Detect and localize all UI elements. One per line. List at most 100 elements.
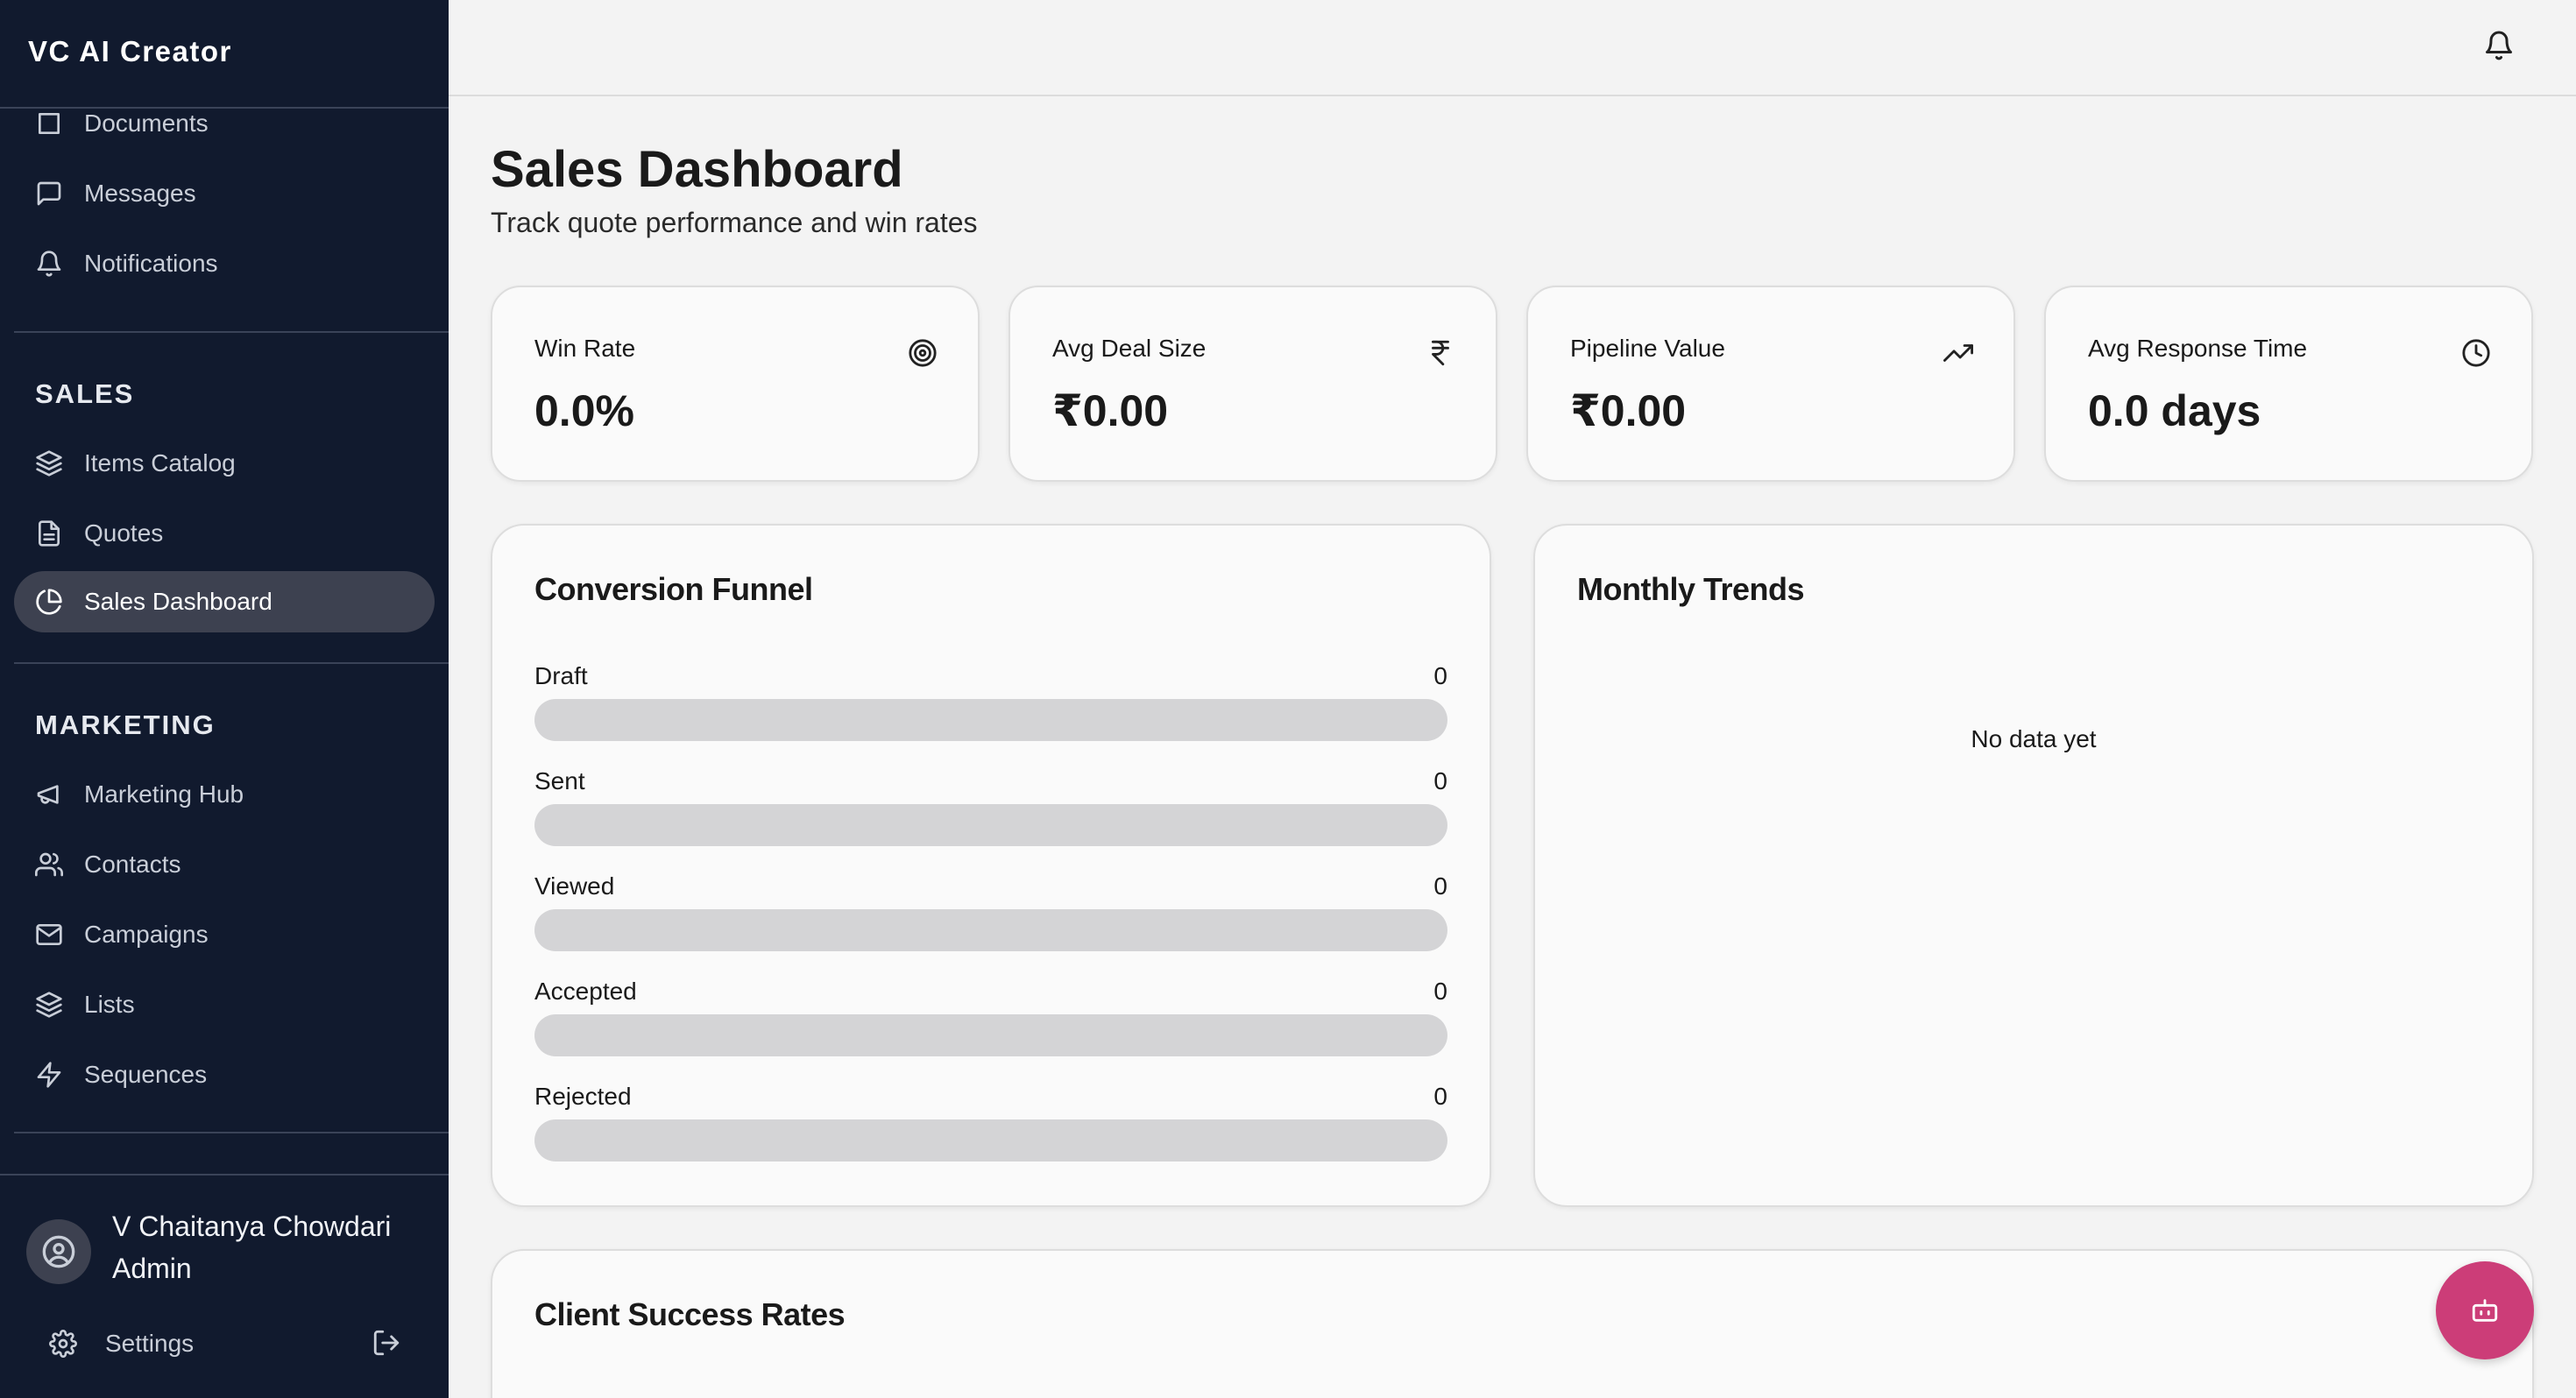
folder-icon — [35, 110, 63, 138]
empty-state-text: No data yet — [1971, 725, 2097, 752]
sidebar-item-marketing-hub[interactable]: Marketing Hub — [14, 764, 435, 825]
funnel-row-viewed: Viewed 0 — [534, 872, 1447, 969]
sidebar-item-sales-dashboard[interactable]: Sales Dashboard — [14, 571, 435, 632]
gear-icon — [49, 1330, 77, 1358]
funnel-label: Rejected — [534, 1083, 632, 1110]
pie-chart-icon — [35, 588, 63, 616]
funnel-count: 0 — [1433, 1083, 1447, 1110]
funnel-label: Accepted — [534, 978, 637, 1005]
trending-up-icon — [1943, 338, 1973, 368]
sidebar-item-label: Campaigns — [84, 921, 209, 948]
logout-icon — [373, 1330, 400, 1356]
stat-label: Win Rate — [534, 335, 636, 362]
settings-button[interactable]: Settings — [49, 1324, 194, 1363]
sidebar-item-label: Messages — [84, 180, 196, 207]
logout-button[interactable] — [372, 1328, 401, 1358]
ai-assistant-button[interactable] — [2436, 1261, 2534, 1359]
sidebar-item-label: Contacts — [84, 851, 181, 878]
sidebar-item-items-catalog[interactable]: Items Catalog — [14, 433, 435, 494]
notifications-button[interactable] — [2483, 30, 2515, 61]
conversion-funnel-panel: Conversion Funnel Draft 0 Sent 0 Viewed … — [491, 524, 1491, 1207]
stat-label: Avg Deal Size — [1052, 335, 1207, 362]
megaphone-icon — [35, 780, 63, 808]
funnel-label: Sent — [534, 767, 585, 794]
sidebar-item-label: Lists — [84, 991, 135, 1018]
sidebar-item-label: Documents — [84, 110, 209, 137]
section-title-sales: SALES — [35, 378, 135, 409]
layers-icon — [35, 991, 63, 1019]
stat-value: 0.0% — [534, 386, 634, 435]
page-title: Sales Dashboard — [491, 141, 903, 198]
avatar[interactable] — [26, 1219, 91, 1284]
sidebar-item-contacts[interactable]: Contacts — [14, 834, 435, 895]
bot-icon — [2472, 1299, 2498, 1322]
sidebar-item-notifications[interactable]: Notifications — [14, 233, 435, 294]
page-subtitle: Track quote performance and win rates — [491, 207, 978, 238]
app-title: VC AI Creator — [28, 35, 232, 67]
funnel-bar-track — [534, 1119, 1447, 1161]
sidebar-item-label: Quotes — [84, 519, 164, 547]
monthly-trends-panel: Monthly Trends No data yet — [1533, 524, 2534, 1207]
sidebar-divider — [14, 331, 449, 333]
sidebar-item-label: Items Catalog — [84, 449, 236, 477]
funnel-bar-track — [534, 804, 1447, 846]
sidebar: VC AI Creator Documents Messages Notific… — [0, 0, 449, 1398]
bell-icon — [2486, 31, 2512, 60]
user-role: Admin — [112, 1253, 192, 1284]
sidebar-divider — [14, 662, 449, 664]
mail-icon — [35, 921, 63, 949]
target-icon — [908, 338, 938, 368]
sidebar-item-lists[interactable]: Lists — [14, 974, 435, 1035]
sidebar-item-quotes[interactable]: Quotes — [14, 503, 435, 564]
panel-title: Conversion Funnel — [534, 571, 813, 607]
funnel-bar-track — [534, 909, 1447, 951]
section-title-marketing: MARKETING — [35, 710, 216, 740]
sidebar-nav[interactable]: Documents Messages Notifications SALES I… — [0, 110, 449, 1176]
funnel-count: 0 — [1433, 872, 1447, 900]
stat-value: ₹0.00 — [1052, 386, 1169, 435]
funnel-row-draft: Draft 0 — [534, 662, 1447, 759]
funnel-bar-track — [534, 1014, 1447, 1056]
bell-icon — [35, 250, 63, 278]
stat-label: Avg Response Time — [2088, 335, 2308, 362]
users-icon — [35, 851, 63, 879]
clock-icon — [2461, 338, 2491, 368]
sidebar-item-label: Notifications — [84, 250, 218, 277]
stat-value: ₹0.00 — [1570, 386, 1687, 435]
sidebar-item-documents[interactable]: Documents — [14, 110, 435, 154]
funnel-count: 0 — [1433, 662, 1447, 689]
settings-label: Settings — [105, 1330, 195, 1357]
funnel-count: 0 — [1433, 767, 1447, 794]
stat-card-pipeline-value: Pipeline Value ₹0.00 — [1526, 286, 2015, 482]
panel-title: Monthly Trends — [1577, 571, 1805, 607]
stat-value: 0.0 days — [2088, 386, 2261, 435]
sidebar-item-campaigns[interactable]: Campaigns — [14, 904, 435, 965]
stat-card-avg-response-time: Avg Response Time 0.0 days — [2044, 286, 2533, 482]
stat-label: Pipeline Value — [1570, 335, 1725, 362]
rupee-icon — [1426, 338, 1455, 368]
funnel-bar-track — [534, 699, 1447, 741]
user-panel: V Chaitanya Chowdari Admin Settings — [0, 1174, 449, 1398]
funnel-row-rejected: Rejected 0 — [534, 1083, 1447, 1179]
client-success-panel: Client Success Rates — [491, 1249, 2534, 1398]
top-bar — [449, 0, 2576, 96]
stat-card-avg-deal-size: Avg Deal Size ₹0.00 — [1008, 286, 1497, 482]
stat-card-win-rate: Win Rate 0.0% — [491, 286, 980, 482]
sidebar-item-label: Marketing Hub — [84, 780, 244, 808]
sidebar-item-sequences[interactable]: Sequences — [14, 1044, 435, 1105]
sidebar-item-messages[interactable]: Messages — [14, 163, 435, 224]
funnel-count: 0 — [1433, 978, 1447, 1005]
panel-title: Client Success Rates — [534, 1296, 846, 1332]
layers-icon — [35, 449, 63, 477]
message-square-icon — [35, 180, 63, 208]
zap-icon — [35, 1061, 63, 1089]
funnel-label: Viewed — [534, 872, 615, 900]
sidebar-item-label: Sales Dashboard — [84, 588, 272, 615]
sidebar-item-label: Sequences — [84, 1061, 208, 1088]
funnel-row-accepted: Accepted 0 — [534, 978, 1447, 1074]
file-text-icon — [35, 519, 63, 547]
user-circle-icon — [42, 1235, 75, 1268]
sidebar-divider — [14, 1132, 449, 1133]
funnel-label: Draft — [534, 662, 588, 689]
funnel-row-sent: Sent 0 — [534, 767, 1447, 864]
